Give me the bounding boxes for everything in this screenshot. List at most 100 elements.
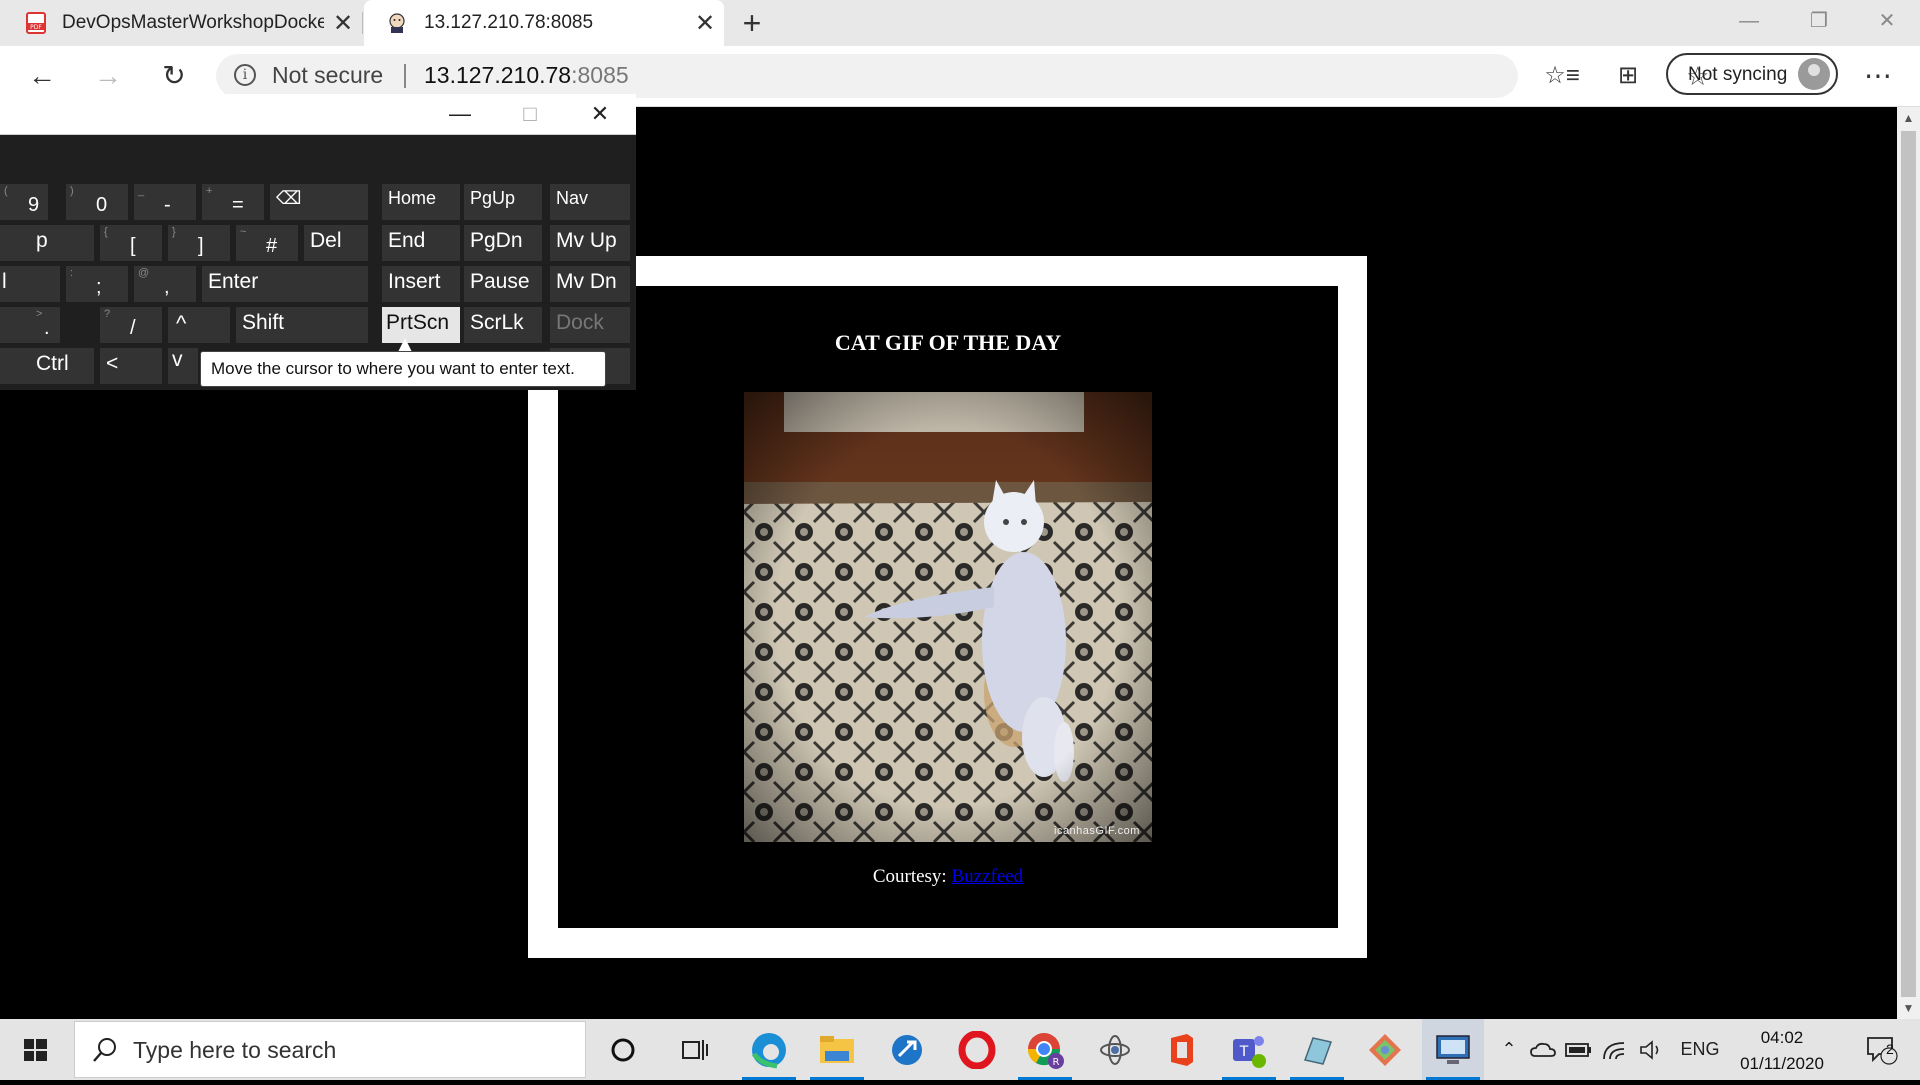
clock-time: 04:02 bbox=[1760, 1028, 1804, 1047]
key-pgdn[interactable]: PgDn bbox=[464, 225, 542, 261]
courtesy-label: Courtesy: bbox=[872, 866, 952, 887]
start-button[interactable] bbox=[0, 1019, 72, 1080]
minimize-icon[interactable]: — bbox=[432, 94, 488, 134]
cortana-icon[interactable] bbox=[592, 1019, 654, 1080]
key-shift[interactable]: Shift bbox=[236, 307, 368, 343]
task-view-icon[interactable] bbox=[664, 1019, 726, 1080]
key-period[interactable]: >. bbox=[0, 307, 60, 343]
key-hash[interactable]: ~ # bbox=[236, 225, 298, 261]
tab-title: 13.127.210.78:8085 bbox=[424, 12, 594, 33]
image-watermark: icanhasGIF.com bbox=[1054, 825, 1140, 837]
info-icon[interactable]: i bbox=[234, 64, 256, 86]
key-l[interactable]: l bbox=[0, 266, 60, 302]
tab-title: DevOpsMasterWorkshopDocker bbox=[62, 12, 324, 33]
new-tab-icon[interactable]: + bbox=[734, 4, 770, 42]
minimize-icon[interactable]: — bbox=[1714, 0, 1784, 42]
notification-count: 2 bbox=[1886, 1041, 1894, 1057]
taskbar-search-box[interactable]: Type here to search bbox=[74, 1021, 586, 1078]
teams-icon[interactable]: T bbox=[1218, 1019, 1280, 1080]
scroll-down-icon[interactable]: ▼ bbox=[1897, 997, 1920, 1019]
address-bar[interactable]: i Not secure 13.127.210.78:8085 ☆ bbox=[216, 54, 1709, 98]
clock[interactable]: 04:02 01/11/2020 bbox=[1722, 1025, 1842, 1077]
close-tab-icon[interactable]: ✕ bbox=[324, 9, 362, 38]
tab-strip: PDF DevOpsMasterWorkshopDocker ✕ 13.127.… bbox=[0, 0, 1920, 46]
backspace-key[interactable]: ⌫ bbox=[270, 184, 368, 220]
opera-icon[interactable] bbox=[946, 1019, 1008, 1080]
tab-pdf[interactable]: PDF DevOpsMasterWorkshopDocker ✕ bbox=[0, 0, 362, 46]
key-bracket-left[interactable]: {[ bbox=[100, 225, 162, 261]
svg-text:PDF: PDF bbox=[30, 24, 42, 31]
sync-label: Not syncing bbox=[1688, 64, 1788, 85]
office-icon[interactable] bbox=[1150, 1019, 1212, 1080]
key-comma[interactable]: @, bbox=[134, 266, 196, 302]
security-label[interactable]: Not secure bbox=[272, 62, 383, 89]
collections-icon[interactable]: ⊞ bbox=[1602, 46, 1654, 106]
close-window-icon[interactable]: ✕ bbox=[1852, 0, 1920, 42]
key-minus[interactable]: _ - bbox=[134, 184, 196, 220]
avatar bbox=[1798, 58, 1830, 90]
key-home[interactable]: Home bbox=[382, 184, 460, 220]
more-menu-icon[interactable]: ⋯ bbox=[1852, 46, 1904, 106]
scroll-thumb[interactable] bbox=[1901, 131, 1916, 997]
key-down-arrow[interactable]: v bbox=[168, 348, 198, 384]
svg-text:T: T bbox=[1239, 1044, 1249, 1060]
close-tab-icon[interactable]: ✕ bbox=[686, 9, 724, 38]
page-scrollbar[interactable]: ▲ ▼ bbox=[1897, 107, 1920, 1019]
wifi-icon[interactable] bbox=[1598, 1019, 1632, 1080]
key-del[interactable]: Del bbox=[304, 225, 368, 261]
restore-icon[interactable]: ❐ bbox=[1784, 0, 1854, 42]
language-indicator[interactable]: ENG bbox=[1674, 1019, 1726, 1080]
key-end[interactable]: End bbox=[382, 225, 460, 261]
tab-active[interactable]: 13.127.210.78:8085 ✕ bbox=[364, 0, 724, 46]
chrome-profile-icon[interactable]: R bbox=[1014, 1019, 1076, 1080]
up-arrow-icon: ^ bbox=[176, 311, 187, 336]
key-left-arrow[interactable]: < bbox=[100, 348, 162, 384]
url-text[interactable]: 13.127.210.78:8085 bbox=[424, 62, 629, 89]
app-atom-icon[interactable] bbox=[1084, 1019, 1146, 1080]
key-pgup[interactable]: PgUp bbox=[464, 184, 542, 220]
taskbar: Type here to search R T ⌃ ENG 04:02 01/1… bbox=[0, 1019, 1920, 1080]
key-0[interactable]: ) 0 bbox=[66, 184, 128, 220]
key-p[interactable]: p bbox=[0, 225, 94, 261]
file-explorer-icon[interactable] bbox=[806, 1019, 868, 1080]
url-port: :8085 bbox=[571, 62, 629, 88]
volume-icon[interactable] bbox=[1634, 1019, 1668, 1080]
key-9[interactable]: (9 bbox=[0, 184, 48, 220]
key-up-arrow[interactable]: ^ bbox=[168, 307, 230, 343]
edge-icon[interactable] bbox=[738, 1019, 800, 1080]
key-scrlk[interactable]: ScrLk bbox=[464, 307, 542, 343]
key-mv-dn[interactable]: Mv Dn bbox=[550, 266, 630, 302]
key-pause[interactable]: Pause bbox=[464, 266, 542, 302]
key-bracket-right[interactable]: }] bbox=[168, 225, 230, 261]
onedrive-icon[interactable] bbox=[1526, 1019, 1560, 1080]
key-slash[interactable]: ? / bbox=[100, 307, 162, 343]
notes-icon[interactable] bbox=[1286, 1019, 1348, 1080]
key-ctrl[interactable]: Ctrl bbox=[0, 348, 94, 384]
key-nav[interactable]: Nav bbox=[550, 184, 630, 220]
scroll-up-icon[interactable]: ▲ bbox=[1897, 107, 1920, 129]
url-divider bbox=[404, 64, 406, 88]
app-blue-icon[interactable] bbox=[876, 1019, 938, 1080]
key-semicolon[interactable]: :; bbox=[66, 266, 128, 302]
git-icon[interactable] bbox=[1354, 1019, 1416, 1080]
remote-desktop-icon[interactable] bbox=[1422, 1019, 1484, 1080]
url-host: 13.127.210.78 bbox=[424, 62, 572, 88]
cat-gif-image bbox=[744, 392, 1152, 842]
favorites-icon[interactable]: ☆≡ bbox=[1536, 46, 1588, 106]
key-prtscn[interactable]: PrtScn bbox=[382, 307, 460, 343]
key-mv-up[interactable]: Mv Up bbox=[550, 225, 630, 261]
show-hidden-icons-icon[interactable]: ⌃ bbox=[1494, 1019, 1524, 1080]
notification-center-icon[interactable]: 2 bbox=[1852, 1019, 1912, 1080]
battery-icon[interactable] bbox=[1562, 1019, 1596, 1080]
backspace-icon: ⌫ bbox=[276, 188, 302, 208]
profile-sync-button[interactable]: Not syncing bbox=[1666, 53, 1838, 95]
key-enter[interactable]: Enter bbox=[202, 266, 368, 302]
clock-date: 01/11/2020 bbox=[1740, 1054, 1824, 1073]
svg-text:R: R bbox=[1053, 1057, 1060, 1068]
buzzfeed-link[interactable]: Buzzfeed bbox=[951, 866, 1023, 887]
key-dock[interactable]: Dock bbox=[550, 307, 630, 343]
key-equals[interactable]: + = bbox=[202, 184, 264, 220]
maximize-icon[interactable]: □ bbox=[502, 94, 558, 134]
close-keyboard-icon[interactable]: ✕ bbox=[572, 94, 628, 134]
key-insert[interactable]: Insert bbox=[382, 266, 460, 302]
